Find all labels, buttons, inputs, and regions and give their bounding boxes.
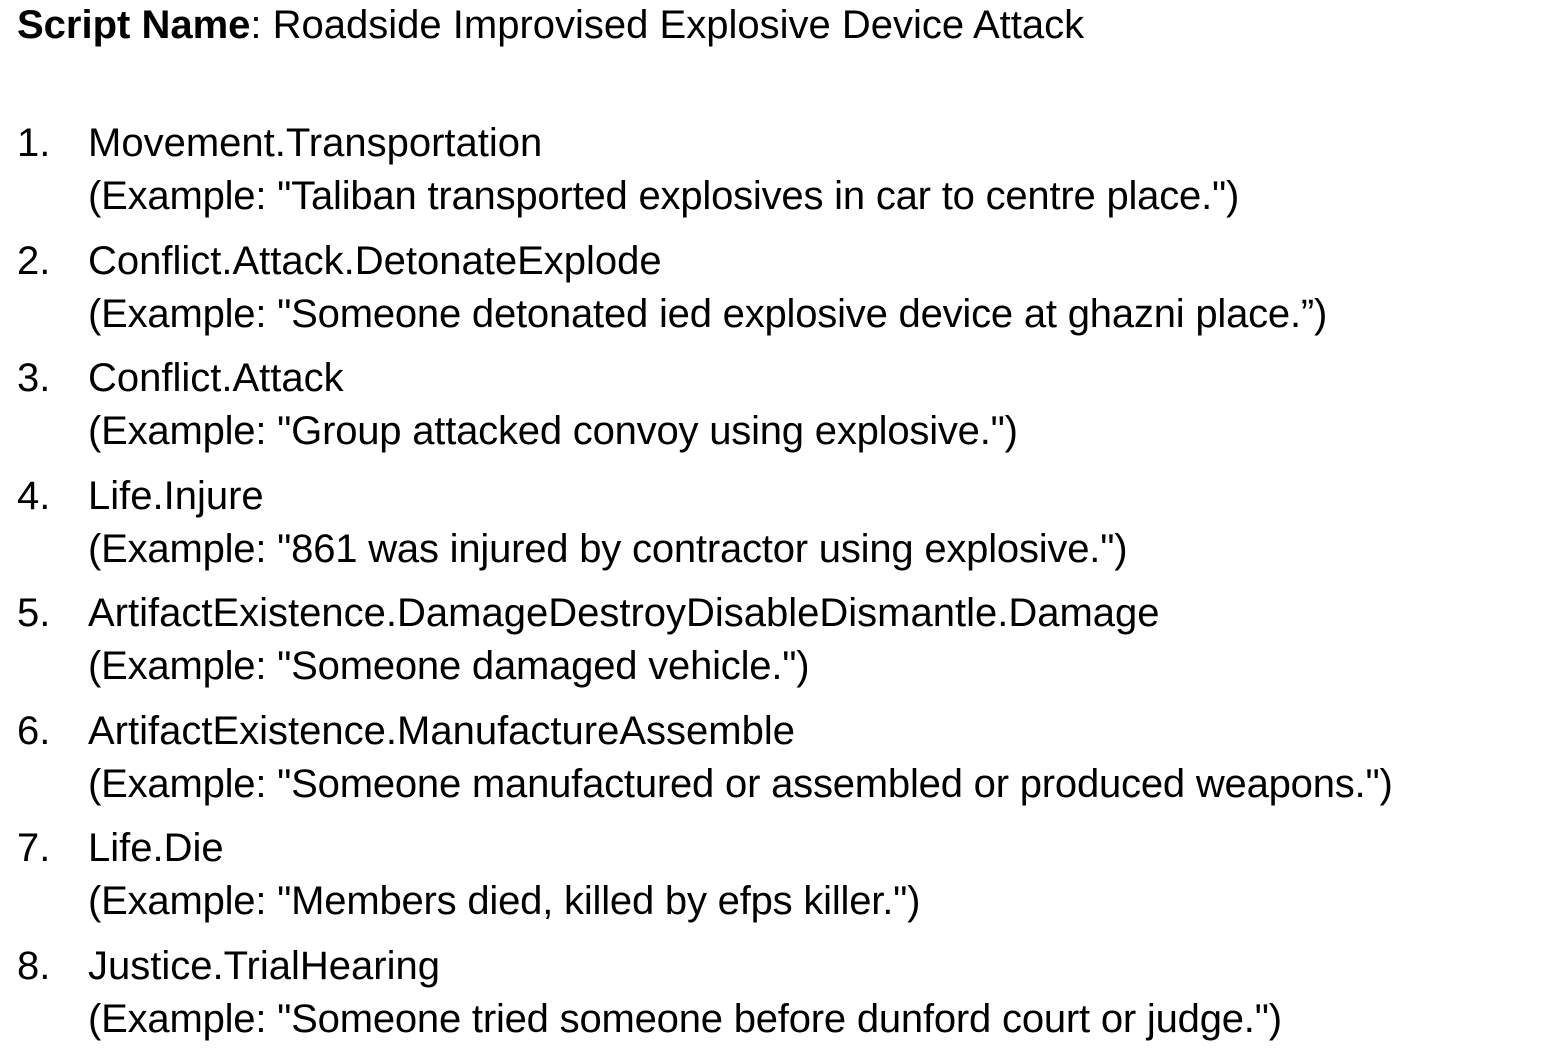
event-type: Life.Injure bbox=[88, 470, 264, 523]
event-example: (Example: "Taliban transported explosive… bbox=[88, 170, 1239, 223]
script-name-label: Script Name bbox=[17, 3, 250, 47]
script-name-separator: : bbox=[250, 3, 272, 47]
item-number: 8. bbox=[17, 940, 50, 993]
event-example: (Example: "Group attacked convoy using e… bbox=[88, 405, 1018, 458]
list-item: 6. ArtifactExistence.ManufactureAssemble… bbox=[17, 705, 1557, 823]
event-example: (Example: "Someone damaged vehicle.") bbox=[88, 640, 809, 693]
list-item: 3. Conflict.Attack (Example: "Group atta… bbox=[17, 352, 1557, 470]
list-item: 1. Movement.Transportation (Example: "Ta… bbox=[17, 117, 1557, 235]
event-type: Conflict.Attack bbox=[88, 352, 344, 405]
item-number: 6. bbox=[17, 705, 50, 758]
event-example: (Example: "Someone tried someone before … bbox=[88, 993, 1282, 1046]
item-number: 1. bbox=[17, 117, 50, 170]
list-item: 4. Life.Injure (Example: "861 was injure… bbox=[17, 470, 1557, 588]
event-type: ArtifactExistence.DamageDestroyDisableDi… bbox=[88, 587, 1160, 640]
event-type-list: 1. Movement.Transportation (Example: "Ta… bbox=[17, 117, 1557, 1057]
event-example: (Example: "Someone manufactured or assem… bbox=[88, 758, 1393, 811]
list-item: 7. Life.Die (Example: "Members died, kil… bbox=[17, 822, 1557, 940]
event-example: (Example: "Someone detonated ied explosi… bbox=[88, 288, 1327, 341]
item-number: 7. bbox=[17, 822, 50, 875]
item-number: 5. bbox=[17, 587, 50, 640]
event-type: Justice.TrialHearing bbox=[88, 940, 440, 993]
item-number: 4. bbox=[17, 470, 50, 523]
list-item: 5. ArtifactExistence.DamageDestroyDisabl… bbox=[17, 587, 1557, 705]
event-type: Movement.Transportation bbox=[88, 117, 542, 170]
item-number: 2. bbox=[17, 235, 50, 288]
item-number: 3. bbox=[17, 352, 50, 405]
list-item: 8. Justice.TrialHearing (Example: "Someo… bbox=[17, 940, 1557, 1057]
event-type: Life.Die bbox=[88, 822, 224, 875]
event-example: (Example: "861 was injured by contractor… bbox=[88, 523, 1127, 576]
list-item: 2. Conflict.Attack.DetonateExplode (Exam… bbox=[17, 235, 1557, 353]
script-name-value: Roadside Improvised Explosive Device Att… bbox=[273, 3, 1084, 47]
event-example: (Example: "Members died, killed by efps … bbox=[88, 875, 920, 928]
event-type: Conflict.Attack.DetonateExplode bbox=[88, 235, 662, 288]
script-name-heading: Script Name: Roadside Improvised Explosi… bbox=[17, 0, 1084, 50]
event-type: ArtifactExistence.ManufactureAssemble bbox=[88, 705, 795, 758]
